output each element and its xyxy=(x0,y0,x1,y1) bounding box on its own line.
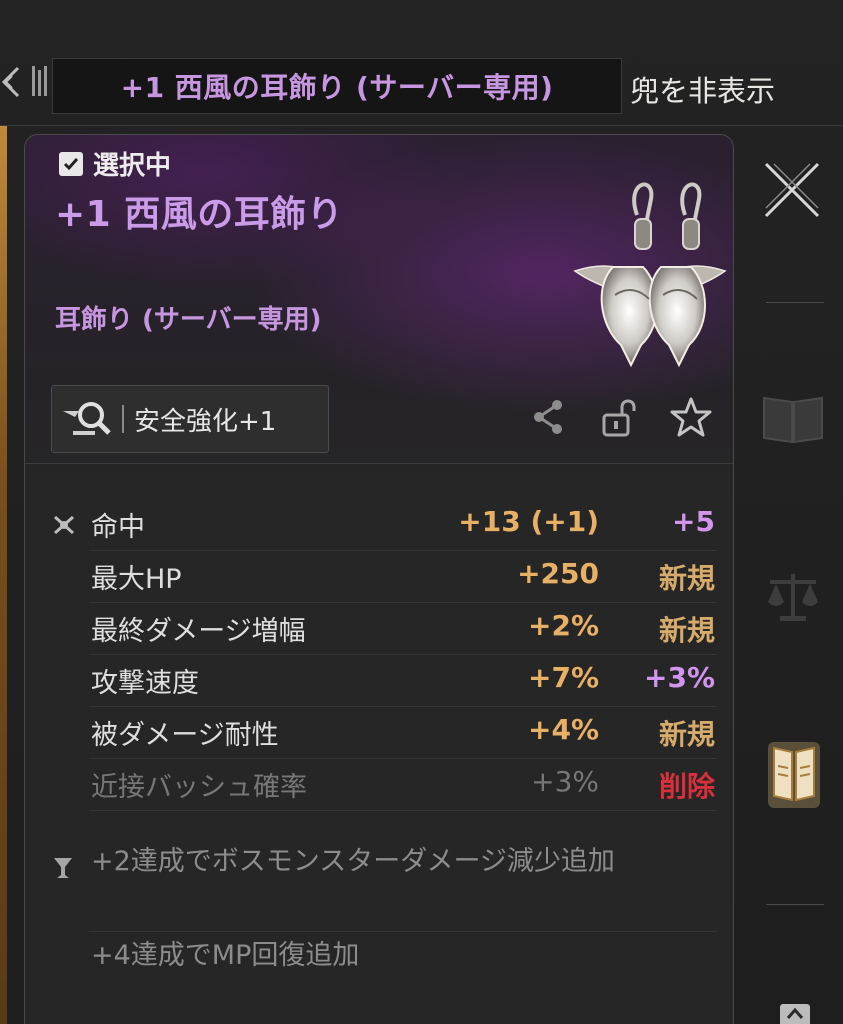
right-side-menu xyxy=(738,126,843,1024)
check-icon xyxy=(63,157,79,170)
stat-value: +2% xyxy=(528,609,599,642)
stat-value: +7% xyxy=(528,661,599,694)
left-frame-edge xyxy=(0,126,7,1024)
set-bonus-line: +4達成でMP回復追加 xyxy=(91,940,360,971)
scale-icon[interactable] xyxy=(758,566,828,626)
stat-name: 攻撃速度 xyxy=(91,668,199,699)
selected-checkbox[interactable] xyxy=(59,151,83,176)
stat-row: 攻撃速度 +7% +3% xyxy=(25,655,733,707)
item-title-plate: +1 西風の耳飾り (サーバー専用) xyxy=(52,58,622,114)
magnifier-icon xyxy=(52,386,122,452)
row-separator xyxy=(89,810,717,811)
stat-change: +5 xyxy=(672,505,715,538)
stat-name: 最大HP xyxy=(91,564,182,595)
item-detail-screen: +1 西風の耳飾り (サーバー専用) 兜を非表示 選択中 +1 西風の耳飾り 耳… xyxy=(0,0,843,1024)
stat-name: 近接バッシュ確率 xyxy=(91,772,307,803)
safe-enhance-label: 安全強化+1 xyxy=(134,406,277,437)
goblet-icon xyxy=(54,858,72,878)
book-icon[interactable] xyxy=(758,388,828,448)
stat-row: 最大HP +250 新規 xyxy=(25,551,733,603)
menu-divider xyxy=(766,904,824,905)
top-bar: +1 西風の耳飾り (サーバー専用) 兜を非表示 xyxy=(0,40,843,120)
stat-value: +13 (+1) xyxy=(458,505,599,538)
item-name: +1 西風の耳飾り xyxy=(55,194,344,235)
set-bonus-line: +2達成でボスモンスターダメージ減少追加 xyxy=(91,846,615,877)
stat-name: 命中 xyxy=(91,512,145,543)
stat-row: 被ダメージ耐性 +4% 新規 xyxy=(25,707,733,759)
stat-value: +250 xyxy=(517,557,599,590)
stat-value: +3% xyxy=(531,765,599,798)
tab-glyph-icon[interactable] xyxy=(28,60,52,104)
selected-indicator[interactable]: 選択中 xyxy=(59,145,171,182)
top-divider xyxy=(0,125,843,126)
chevron-up-icon[interactable] xyxy=(758,998,828,1024)
stat-row: 近接バッシュ確率 +3% 削除 xyxy=(25,759,733,811)
stat-change: 削除 xyxy=(658,770,715,803)
stat-change: 新規 xyxy=(658,718,715,751)
enhance-separator xyxy=(122,405,124,433)
close-icon[interactable] xyxy=(760,158,824,222)
stat-value: +4% xyxy=(528,713,599,746)
stat-list: 命中 +13 (+1) +5 最大HP +250 新規 最終ダメージ増幅 +2%… xyxy=(25,499,733,811)
item-type: 耳飾り (サーバー専用) xyxy=(55,305,322,335)
stat-change: +3% xyxy=(644,661,715,694)
section-divider xyxy=(25,463,733,464)
share-icon[interactable] xyxy=(531,397,567,437)
stat-change: 新規 xyxy=(658,614,715,647)
stat-row: 最終ダメージ増幅 +2% 新規 xyxy=(25,603,733,655)
stat-change: 新規 xyxy=(658,562,715,595)
back-arrow-icon[interactable] xyxy=(0,62,22,102)
hide-helmet-toggle[interactable]: 兜を非表示 xyxy=(630,68,775,110)
star-icon[interactable] xyxy=(669,395,713,439)
accuracy-icon xyxy=(54,515,74,535)
spellbook-icon[interactable] xyxy=(758,738,828,814)
lock-icon[interactable] xyxy=(600,397,636,439)
safe-enhance-button[interactable]: 安全強化+1 xyxy=(51,385,329,453)
stat-row: 命中 +13 (+1) +5 xyxy=(25,499,733,551)
stat-name: 被ダメージ耐性 xyxy=(91,720,279,751)
stat-name: 最終ダメージ増幅 xyxy=(91,616,306,647)
selected-label: 選択中 xyxy=(93,151,172,181)
menu-divider xyxy=(766,302,824,303)
earrings-icon xyxy=(573,182,727,368)
row-separator xyxy=(89,931,717,932)
item-tooltip-panel: 選択中 +1 西風の耳飾り 耳飾り (サーバー専用) 安全強化+1 命中 +13… xyxy=(24,134,734,1024)
